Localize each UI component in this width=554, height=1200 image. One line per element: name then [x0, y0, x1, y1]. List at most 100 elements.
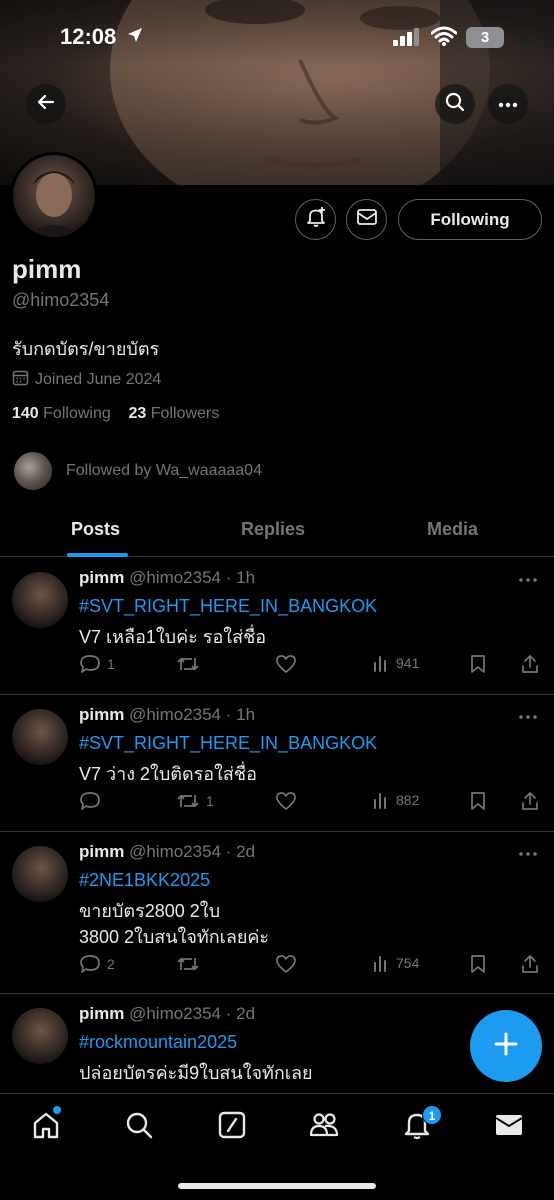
post-actions: 2 754: [79, 954, 544, 976]
reply-icon: [80, 655, 100, 673]
bookmark-button[interactable]: [469, 654, 487, 674]
share-icon: [522, 655, 538, 673]
post-item[interactable]: pimm @himo2354 · 2d #2NE1BKK2025 ขายบัตร…: [0, 832, 554, 994]
reply-button[interactable]: 1: [79, 654, 115, 674]
bookmark-button[interactable]: [469, 791, 487, 811]
repost-count: 1: [206, 793, 214, 809]
post-text: ขายบัตร2800 2ใบ: [79, 901, 221, 921]
calendar-icon: [12, 369, 29, 391]
message-button[interactable]: [346, 199, 387, 240]
bookmark-button[interactable]: [469, 954, 487, 974]
more-options-button[interactable]: [488, 84, 528, 124]
post-meta: @himo2354 · 1h: [129, 705, 256, 724]
post-avatar[interactable]: [12, 709, 68, 765]
repost-button[interactable]: 1: [176, 791, 214, 811]
following-link[interactable]: 140 Following: [12, 405, 111, 422]
views-count: 882: [396, 792, 420, 808]
repost-button[interactable]: [176, 954, 206, 974]
post-hashtag[interactable]: #SVT_RIGHT_HERE_IN_BANGKOK: [79, 596, 377, 617]
post-text: V7 เหลือ1ใบค่ะ รอใส่ชื่อ: [79, 627, 267, 647]
post-meta: @himo2354 · 2d: [129, 1004, 256, 1023]
bell-plus-icon: [305, 206, 327, 233]
views-icon: [374, 656, 386, 672]
status-time: 12:08: [60, 24, 117, 49]
post-hashtag[interactable]: #rockmountain2025: [79, 1032, 237, 1053]
reply-button[interactable]: [79, 791, 107, 811]
post-more-icon[interactable]: [518, 707, 538, 725]
notify-button[interactable]: [295, 199, 336, 240]
nav-home[interactable]: [29, 1110, 63, 1144]
nav-grok[interactable]: [215, 1110, 249, 1144]
views-button[interactable]: 754: [372, 954, 419, 972]
following-label: Following: [43, 405, 111, 422]
search-button[interactable]: [435, 84, 475, 124]
mail-icon: [356, 208, 378, 231]
like-icon: [276, 792, 296, 810]
profile-avatar[interactable]: [10, 152, 98, 240]
nav-explore[interactable]: [122, 1110, 156, 1144]
tab-replies[interactable]: Replies: [241, 519, 305, 540]
tab-posts[interactable]: Posts: [71, 519, 120, 540]
home-indicator: [178, 1183, 376, 1189]
reply-button[interactable]: 2: [79, 954, 115, 974]
followed-by-row[interactable]: Followed by Wa_waaaaa04: [12, 450, 262, 492]
nav-messages[interactable]: [492, 1110, 526, 1144]
like-button[interactable]: [275, 791, 297, 811]
post-author-name: pimm: [79, 705, 125, 724]
post-actions: 1 941: [79, 654, 544, 676]
post-avatar[interactable]: [12, 1008, 68, 1064]
tab-media[interactable]: Media: [427, 519, 478, 540]
share-button[interactable]: [520, 791, 540, 811]
post-more-icon[interactable]: [518, 844, 538, 862]
post-avatar[interactable]: [12, 846, 68, 902]
share-button[interactable]: [520, 654, 540, 674]
search-icon: [445, 92, 465, 117]
battery-indicator: 3: [466, 27, 504, 48]
views-button[interactable]: 882: [372, 791, 419, 809]
bookmark-icon: [471, 655, 485, 673]
cellular-signal-icon: [393, 28, 421, 51]
post-header: pimm @himo2354 · 2d: [79, 1004, 255, 1024]
post-meta: @himo2354 · 2d: [129, 842, 256, 861]
profile-tabs: Posts Replies Media: [0, 503, 554, 557]
post-author-name: pimm: [79, 568, 125, 587]
post-hashtag[interactable]: #2NE1BKK2025: [79, 870, 210, 891]
communities-icon: [308, 1110, 340, 1145]
active-tab-indicator: [67, 553, 128, 557]
bookmark-icon: [471, 955, 485, 973]
home-icon: [31, 1110, 61, 1145]
post-item[interactable]: pimm @himo2354 · 1h #SVT_RIGHT_HERE_IN_B…: [0, 558, 554, 695]
repost-button[interactable]: [176, 654, 206, 674]
joined-date: Joined June 2024: [12, 369, 161, 391]
followers-link[interactable]: 23 Followers: [129, 405, 220, 422]
follower-avatar: [12, 450, 54, 492]
repost-icon: [177, 958, 199, 970]
post-hashtag[interactable]: #SVT_RIGHT_HERE_IN_BANGKOK: [79, 733, 377, 754]
bookmark-icon: [471, 792, 485, 810]
followers-count: 23: [128, 405, 147, 422]
like-button[interactable]: [275, 954, 297, 974]
post-header: pimm @himo2354 · 1h: [79, 568, 255, 588]
plus-icon: [493, 1031, 519, 1062]
share-button[interactable]: [520, 954, 540, 974]
profile-handle: @himo2354: [12, 290, 110, 310]
views-count: 941: [396, 655, 420, 671]
views-count: 754: [396, 955, 420, 971]
post-item[interactable]: pimm @himo2354 · 1h #SVT_RIGHT_HERE_IN_B…: [0, 695, 554, 832]
views-button[interactable]: 941: [372, 654, 419, 672]
reply-icon: [80, 955, 100, 973]
more-icon: [498, 95, 518, 113]
post-more-icon[interactable]: [518, 570, 538, 588]
nav-communities[interactable]: [307, 1110, 341, 1144]
like-button[interactable]: [275, 654, 297, 674]
following-button[interactable]: Following: [398, 199, 542, 240]
grok-icon: [217, 1110, 247, 1145]
back-button[interactable]: [26, 84, 66, 124]
compose-button[interactable]: [470, 1010, 542, 1082]
notifications-badge: 1: [422, 1105, 442, 1125]
home-unread-dot: [53, 1106, 61, 1114]
post-avatar[interactable]: [12, 572, 68, 628]
reply-icon: [80, 792, 100, 810]
like-icon: [276, 655, 296, 673]
like-icon: [276, 955, 296, 973]
